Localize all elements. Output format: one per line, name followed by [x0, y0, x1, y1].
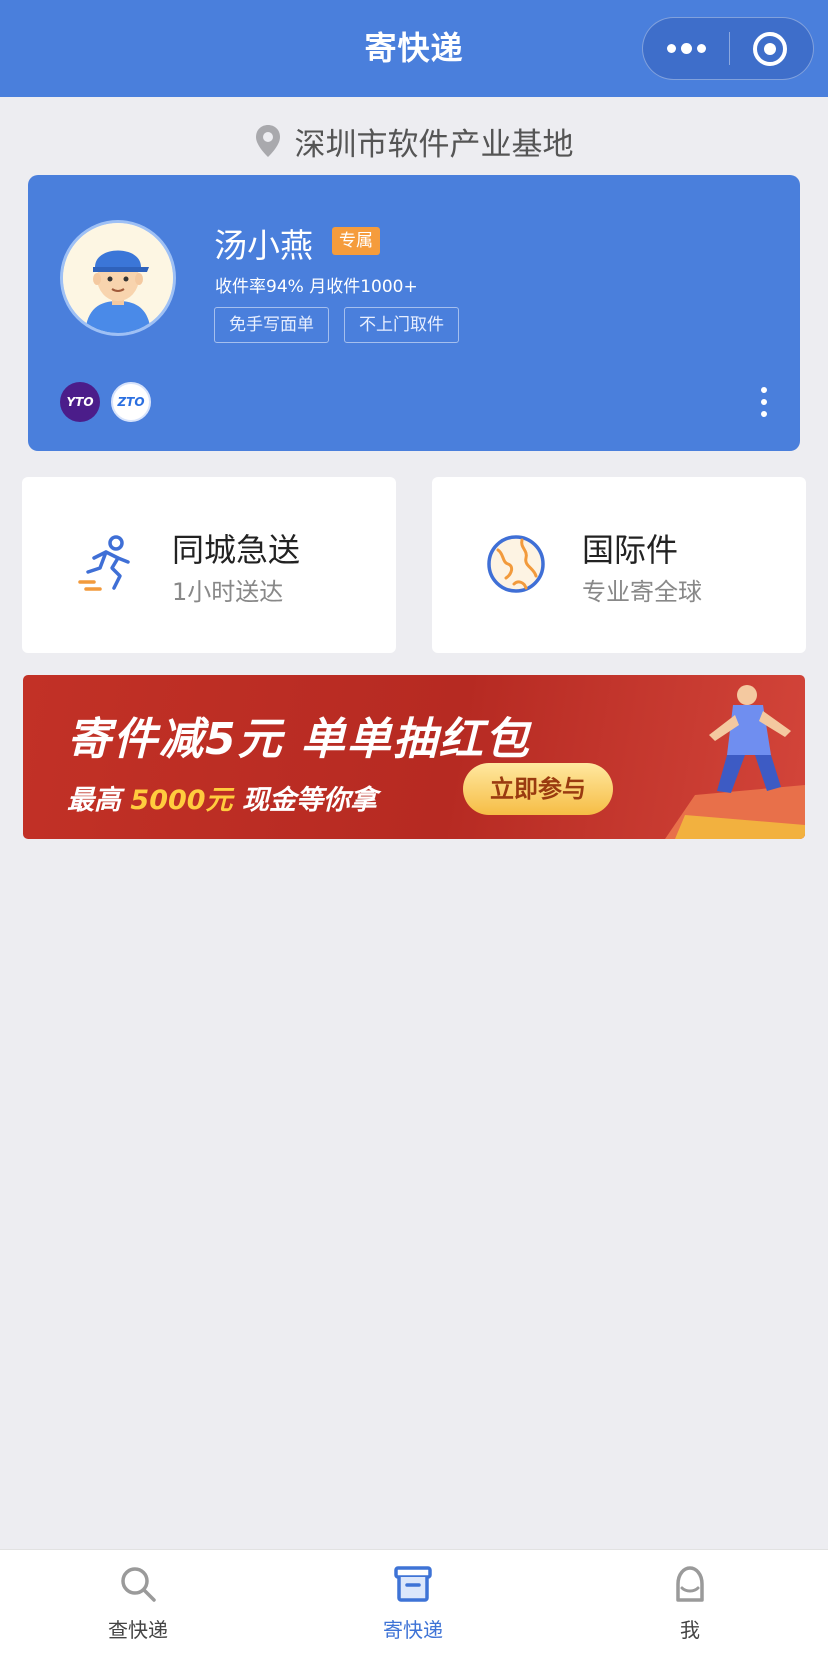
service-subtitle: 专业寄全球	[582, 578, 702, 606]
tab-bar: 查快递 寄快递 我	[0, 1549, 828, 1666]
capsule-divider	[729, 32, 730, 65]
banner-sub-prefix: 最高	[67, 785, 121, 816]
close-target-icon[interactable]	[753, 32, 787, 66]
nav-bar: 寄快递	[0, 0, 828, 97]
search-icon	[121, 1567, 156, 1602]
banner-sub-highlight: 5000元	[130, 785, 233, 816]
tab-search-express[interactable]: 查快递	[38, 1550, 238, 1666]
promo-banner[interactable]: 寄件减5元 单单抽红包 最高 5000元 现金等你拿 立即参与	[23, 675, 805, 839]
banner-sub-suffix: 现金等你拿	[241, 785, 377, 816]
tab-send-express[interactable]: 寄快递	[313, 1550, 513, 1666]
service-title: 国际件	[582, 531, 679, 569]
location-selector[interactable]: 深圳市软件产业基地	[0, 113, 828, 169]
location-pin-icon	[255, 125, 280, 157]
courier-card[interactable]: 汤小燕 专属 收件率94% 月收件1000+ 免手写面单 不上门取件 YTO Z…	[28, 175, 800, 451]
yto-logo: YTO	[60, 382, 100, 422]
banner-subtitle: 最高 5000元 现金等你拿	[67, 778, 377, 817]
zto-logo: ZTO	[111, 382, 151, 422]
courier-stats: 收件率94% 月收件1000+	[215, 277, 418, 297]
location-text: 深圳市软件产业基地	[294, 126, 574, 163]
more-dots-icon[interactable]	[643, 18, 729, 79]
banner-title: 寄件减5元 单单抽红包	[67, 714, 531, 765]
courier-avatar-illustration	[63, 223, 173, 333]
courier-name: 汤小燕	[214, 226, 313, 265]
user-icon	[676, 1566, 704, 1602]
tag-no-handwriting: 免手写面单	[214, 307, 329, 343]
exclusive-badge: 专属	[332, 227, 380, 255]
banner-illustration	[665, 685, 805, 839]
box-icon	[394, 1566, 432, 1602]
service-same-city[interactable]: 同城急送 1小时送达	[22, 477, 396, 653]
tab-me[interactable]: 我	[590, 1550, 790, 1666]
mini-program-capsule	[642, 17, 814, 80]
service-title: 同城急送	[172, 531, 301, 569]
tab-label: 查快递	[108, 1618, 168, 1642]
tab-label: 我	[680, 1618, 700, 1642]
globe-icon	[487, 535, 545, 593]
running-man-icon	[78, 535, 130, 591]
service-international[interactable]: 国际件 专业寄全球	[432, 477, 806, 653]
tag-no-pickup: 不上门取件	[344, 307, 459, 343]
vertical-dots-icon[interactable]	[760, 387, 768, 417]
tab-label: 寄快递	[383, 1618, 443, 1642]
service-subtitle: 1小时送达	[172, 578, 284, 606]
avatar	[60, 220, 176, 336]
join-now-button[interactable]: 立即参与	[463, 763, 613, 815]
